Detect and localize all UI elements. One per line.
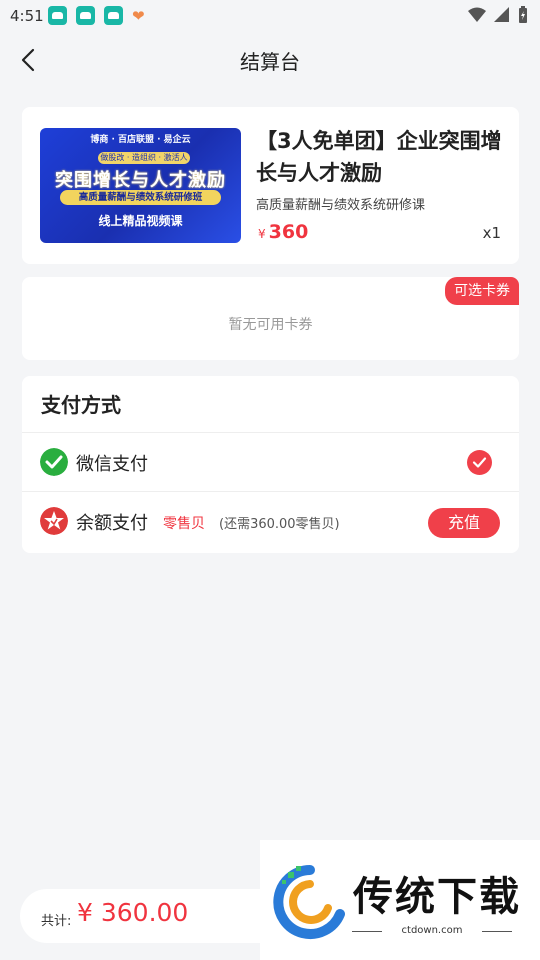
ctdown-logo-icon	[273, 865, 345, 939]
payment-method-card: 支付方式 微信支付 余额支付 零售贝 (还需360.00零售贝) 充值	[22, 376, 519, 553]
currency-symbol: ¥	[258, 227, 266, 241]
watermark-url: ctdown.com	[401, 925, 463, 936]
wifi-icon	[468, 7, 486, 22]
product-title: 【3人免单团】企业突围增长与人才激励	[256, 129, 502, 185]
coupon-select-badge[interactable]: 可选卡券	[445, 277, 519, 305]
car-app-icon	[76, 6, 95, 25]
recharge-button[interactable]: 充值	[428, 508, 500, 538]
status-bar: 4:51 ❤	[0, 0, 540, 32]
balance-needed-note: (还需360.00零售贝)	[219, 517, 340, 532]
balance-pay-option[interactable]: 余额支付 零售贝 (还需360.00零售贝) 充值	[22, 492, 519, 550]
course-cover-image[interactable]: 博商 · 百店联盟 · 易企云 做股改 · 造组织 · 激活人 突围增长与人才激…	[40, 128, 241, 243]
cover-footer: 线上精品视频课	[98, 214, 183, 228]
wechat-pay-label: 微信支付	[76, 454, 148, 475]
cover-tagline: 做股改 · 造组织 · 激活人	[98, 152, 190, 164]
car-app-icon	[48, 6, 67, 25]
coupon-empty-text: 暂无可用卡券	[228, 317, 313, 333]
product-quantity: x1	[482, 224, 501, 242]
balance-star-icon	[40, 507, 68, 535]
status-time: 4:51	[10, 7, 44, 25]
product-card: 博商 · 百店联盟 · 易企云 做股改 · 造组织 · 激活人 突围增长与人才激…	[22, 107, 519, 264]
watermark-overlay: 传统下载 ctdown.com	[260, 840, 540, 960]
coupon-card[interactable]: 可选卡券 暂无可用卡券	[22, 277, 519, 360]
cover-subtitle: 高质量薪酬与绩效系统研修班	[60, 190, 221, 205]
product-price: ¥360	[258, 221, 308, 243]
balance-pay-label: 余额支付	[76, 513, 148, 534]
balance-currency-name: 零售贝	[163, 516, 205, 532]
car-app-icon	[104, 6, 123, 25]
cover-title: 突围增长与人才激励	[55, 170, 226, 191]
wechat-pay-option[interactable]: 微信支付	[22, 433, 519, 491]
page-title: 结算台	[240, 50, 300, 74]
page-header: 结算台	[0, 32, 540, 88]
heart-app-icon: ❤	[132, 7, 145, 25]
price-value: 360	[268, 221, 309, 243]
payment-method-title: 支付方式	[41, 393, 121, 417]
total-amount: ¥ 360.00	[77, 898, 189, 927]
watermark-brand: 传统下载	[353, 874, 521, 920]
cover-brands: 博商 · 百店联盟 · 易企云	[90, 135, 191, 145]
selected-check-icon[interactable]	[467, 450, 492, 475]
battery-icon	[519, 6, 527, 23]
total-label: 共计:	[41, 914, 72, 929]
wechat-icon	[40, 448, 68, 476]
signal-icon	[494, 7, 509, 22]
product-subtitle: 高质量薪酬与绩效系统研修课	[256, 198, 426, 213]
